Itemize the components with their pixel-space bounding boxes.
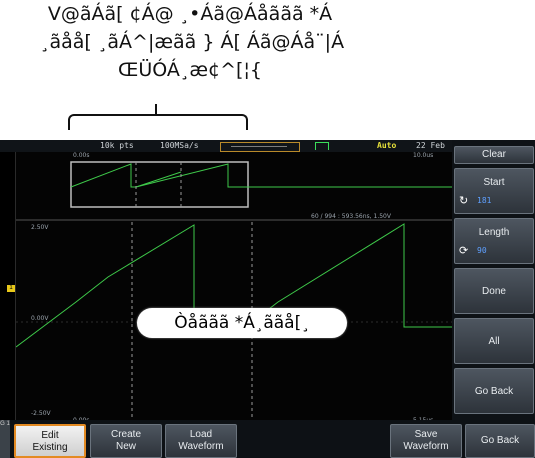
memory-bar-icon [220, 142, 300, 152]
side-menu: Clear Start ↻ 181 Length ⟳ 90 Done All G… [452, 140, 535, 420]
zoom-info-label: 60 / 994 : 593.56ns, 1.50V [311, 213, 391, 220]
callout-line-3: ŒÜÓÁ¸æ¢^[¦{ [118, 59, 262, 81]
edit-existing-button[interactable]: Edit Existing [14, 424, 86, 458]
side-go-back-label: Go Back [474, 386, 514, 397]
edit-label-1: Edit [41, 430, 59, 441]
date-label: 22 Feb [416, 141, 445, 150]
start-button[interactable]: Start ↻ 181 [454, 168, 534, 214]
waveform-display[interactable]: 0.00s 10.0us 60 / 994 : 593.56ns, 1.50V … [15, 152, 453, 425]
start-label: Start [483, 177, 505, 188]
knob-icon: ↻ [459, 195, 469, 207]
zoom-window-box [70, 161, 249, 208]
overview-trace [70, 163, 453, 188]
trigger-mode: Auto [377, 141, 397, 150]
status-notice: Òåããã *Á¸ããå[¸ [137, 308, 347, 338]
y-mid-label: 0.00V [31, 315, 49, 322]
length-value: 90 [477, 246, 487, 255]
bottom-go-back-button[interactable]: Go Back [465, 424, 535, 458]
record-length: 10k pts [100, 141, 134, 150]
start-value: 181 [477, 196, 492, 205]
create-label-1: Create [110, 429, 141, 440]
clear-button[interactable]: Clear [454, 146, 534, 164]
save-label-1: Save [414, 429, 438, 440]
load-label-1: Load [189, 429, 213, 440]
overview-end-label: 10.0us [413, 152, 434, 159]
variable-knob-icon: ⟳ [459, 245, 469, 257]
status-bar: 10k pts 100MSa/s Auto 22 Feb [0, 140, 452, 152]
clear-label: Clear [482, 149, 506, 160]
sample-rate: 100MSa/s [160, 141, 199, 150]
side-go-back-button[interactable]: Go Back [454, 368, 534, 414]
callout-text: V@ãÁã[ ¢Á@ ¸•Áã@Áåããã *Á ¸ãåå[ ¸ãÁ^|æãã … [40, 0, 345, 84]
all-label: All [488, 336, 500, 347]
all-button[interactable]: All [454, 318, 534, 364]
callout-line-2: ¸ãåå[ ¸ãÁ^|æãã } Á[ Áã@Áå¨|Á [40, 31, 345, 53]
y-bottom-label: -2.50V [31, 410, 51, 417]
done-button[interactable]: Done [454, 268, 534, 314]
save-label-2: Waveform [403, 441, 449, 452]
create-label-2: New [115, 441, 136, 452]
save-waveform-button[interactable]: Save Waveform [390, 424, 462, 458]
channel-1-marker-icon[interactable]: 1 [7, 285, 15, 292]
y-top-label: 2.50V [31, 224, 49, 231]
done-label: Done [482, 286, 506, 297]
load-waveform-button[interactable]: Load Waveform [165, 424, 237, 458]
callout-line-1: V@ãÁã[ ¢Á@ ¸•Áã@Áåããã *Á [47, 3, 333, 25]
create-new-button[interactable]: Create New [90, 424, 162, 458]
overview-trace-2 [135, 171, 182, 188]
overview-start-label: 0.00s [73, 152, 90, 159]
channel-tab[interactable]: G 1 [0, 420, 10, 458]
length-label: Length [478, 227, 510, 238]
bottom-go-back-label: Go Back [480, 435, 520, 446]
edit-label-2: Existing [32, 442, 68, 453]
length-button[interactable]: Length ⟳ 90 [454, 218, 534, 264]
callout-bracket [68, 114, 248, 130]
load-label-2: Waveform [178, 441, 224, 452]
waveform-svg [15, 161, 453, 424]
trigger-edge-icon [315, 142, 329, 150]
